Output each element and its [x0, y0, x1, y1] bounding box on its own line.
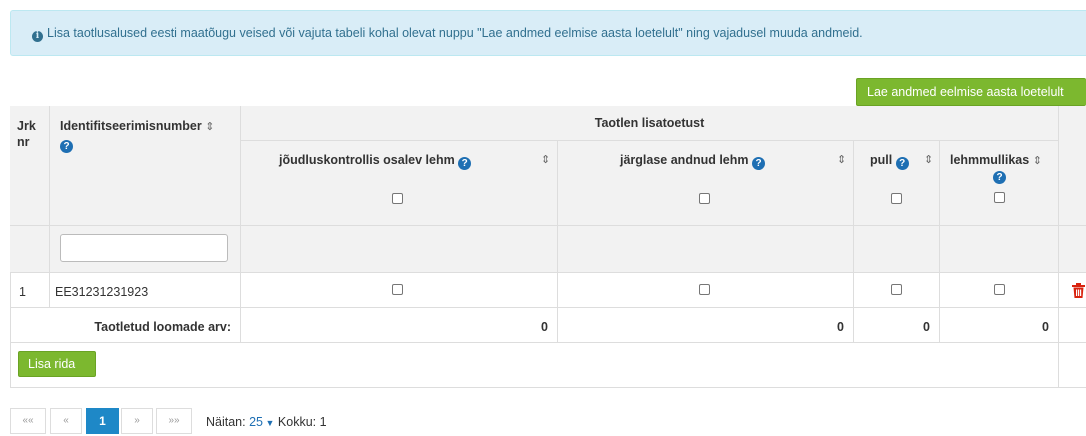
- filter-cell-jrk: [10, 226, 50, 273]
- page-size-value: 25: [249, 415, 263, 429]
- help-icon[interactable]: ?: [458, 157, 472, 170]
- filter-cell-heifer: [940, 226, 1059, 273]
- header-taotlen-lisatoetust: Taotlen lisatoetust: [241, 106, 1059, 141]
- pagination-info: Näitan: 25 ▼ Kokku: 1: [206, 415, 327, 429]
- totals-label: Taotletud loomade arv:: [94, 320, 231, 334]
- add-row-cell: [10, 343, 1059, 388]
- header-offspring-label: järglase andnud lehm: [620, 153, 749, 167]
- add-row-actions: [1059, 343, 1086, 388]
- milk-checkbox[interactable]: [392, 284, 403, 295]
- select-all-milk-checkbox[interactable]: [392, 193, 403, 204]
- load-previous-year-button[interactable]: Lae andmed eelmise aasta loetelult: [856, 78, 1086, 106]
- row-milk: [241, 273, 558, 308]
- select-all-offspring-checkbox[interactable]: [699, 193, 710, 204]
- bull-checkbox[interactable]: [891, 284, 902, 295]
- sort-icon[interactable]: ⇕: [924, 153, 933, 166]
- row-nr: 1: [10, 273, 50, 308]
- row-heifer: [940, 273, 1059, 308]
- info-circle-icon: i: [32, 31, 43, 42]
- help-icon[interactable]: ?: [60, 140, 73, 153]
- help-icon[interactable]: ?: [895, 157, 909, 170]
- total-offspring: 0: [558, 308, 854, 343]
- delete-row-icon[interactable]: [1072, 283, 1085, 298]
- filter-cell-actions: [1059, 226, 1086, 273]
- totals-actions: [1059, 308, 1086, 343]
- header-jrk-label: Jrk nr: [17, 119, 36, 149]
- header-heifer[interactable]: lehmmullikas ⇕ ?: [940, 141, 1059, 226]
- total-label: Kokku:: [277, 415, 317, 429]
- total-bull: 0: [854, 308, 940, 343]
- row-bull: [854, 273, 940, 308]
- pagination-last[interactable]: »»: [156, 408, 192, 434]
- heifer-checkbox[interactable]: [994, 284, 1005, 295]
- header-bull-label: pull: [870, 153, 893, 167]
- header-milk-label: jõudluskontrollis osalev lehm: [279, 153, 455, 167]
- pagination-page-current[interactable]: 1: [86, 408, 119, 434]
- sort-icon[interactable]: ⇕: [837, 153, 846, 166]
- showing-label: Näitan:: [206, 415, 246, 429]
- alert-text: Lisa taotlusalused eesti maatõugu veised…: [47, 26, 863, 40]
- sort-icon[interactable]: ⇕: [205, 121, 214, 133]
- add-row-button[interactable]: Lisa rida: [18, 351, 96, 377]
- header-jrk-nr: Jrk nr: [10, 106, 50, 226]
- info-alert: i Lisa taotlusalused eesti maatõugu veise…: [10, 10, 1086, 56]
- header-milk-cow[interactable]: jõudluskontrollis osalev lehm ? ⇕: [241, 141, 558, 226]
- header-bull[interactable]: pull ? ⇕: [854, 141, 940, 226]
- total-heifer: 0: [940, 308, 1059, 343]
- offspring-checkbox[interactable]: [699, 284, 710, 295]
- help-icon[interactable]: ?: [752, 157, 765, 170]
- header-heifer-label: lehmmullikas: [950, 153, 1030, 167]
- caret-down-icon: ▼: [263, 418, 275, 428]
- header-actions: [1059, 106, 1086, 226]
- header-identifier[interactable]: Identifitseerimisnumber ⇕ ?: [50, 106, 241, 226]
- header-identifier-label: Identifitseerimisnumber: [60, 119, 202, 133]
- pagination-next[interactable]: »: [121, 408, 153, 434]
- total-milk: 0: [241, 308, 558, 343]
- filter-cell-milk: [241, 226, 558, 273]
- pagination-prev[interactable]: «: [50, 408, 82, 434]
- identifier-filter-input[interactable]: [60, 234, 228, 262]
- sort-icon[interactable]: ⇕: [541, 153, 550, 166]
- filter-cell-offspring: [558, 226, 854, 273]
- pagination-first[interactable]: ««: [10, 408, 46, 434]
- header-group-label: Taotlen lisatoetust: [594, 116, 705, 130]
- select-all-heifer-checkbox[interactable]: [994, 192, 1005, 203]
- row-offspring: [558, 273, 854, 308]
- total-count: 1: [319, 415, 327, 429]
- page-size-dropdown[interactable]: 25 ▼: [249, 415, 274, 429]
- help-icon[interactable]: ?: [993, 171, 1006, 184]
- sort-icon[interactable]: ⇕: [1033, 155, 1042, 167]
- select-all-bull-checkbox[interactable]: [891, 193, 902, 204]
- header-offspring-cow[interactable]: järglase andnud lehm ? ⇕: [558, 141, 854, 226]
- filter-cell-bull: [854, 226, 940, 273]
- totals-label-cell: Taotletud loomade arv:: [10, 308, 241, 343]
- row-identifier: EE31231231923: [50, 273, 241, 308]
